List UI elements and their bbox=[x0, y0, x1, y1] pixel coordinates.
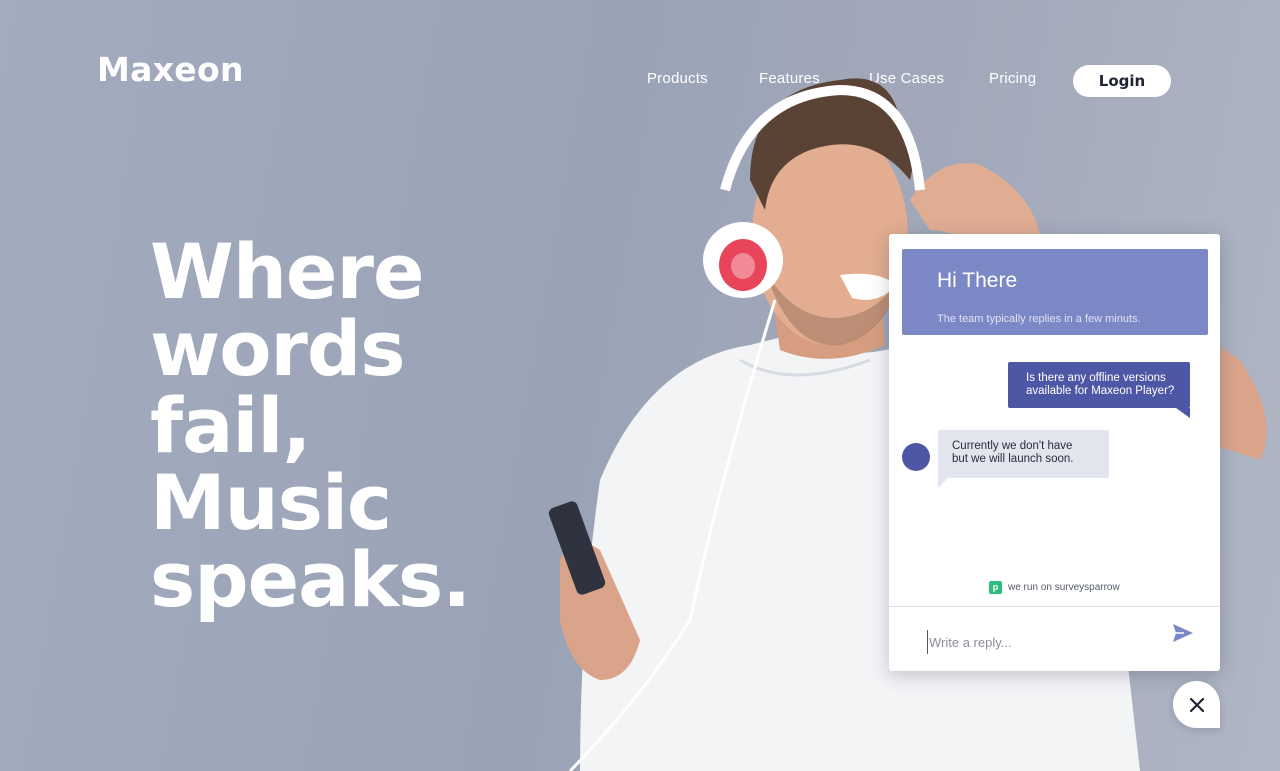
agent-avatar bbox=[902, 443, 930, 471]
chat-header: Hi There The team typically replies in a… bbox=[902, 249, 1208, 335]
message-line: available for Maxeon Player? bbox=[1026, 385, 1175, 397]
user-message-bubble: Is there any offline versions available … bbox=[1008, 362, 1190, 418]
hero-line: fail, bbox=[150, 381, 311, 470]
surveysparrow-logo-icon: p bbox=[989, 581, 1002, 594]
message-line: but we will launch soon. bbox=[952, 453, 1074, 465]
chat-title: Hi There bbox=[937, 269, 1018, 292]
hero-headline: Where words fail, Music speaks. bbox=[150, 227, 471, 624]
close-icon bbox=[1189, 697, 1204, 712]
chat-widget: Hi There The team typically replies in a… bbox=[889, 234, 1220, 671]
hero-line: Music bbox=[150, 458, 392, 547]
send-icon bbox=[1173, 624, 1193, 642]
chat-divider bbox=[889, 606, 1220, 607]
hero-line: words bbox=[150, 304, 406, 393]
hero-line: Where bbox=[150, 227, 425, 316]
agent-message-bubble: Currently we don't have but we will laun… bbox=[938, 430, 1109, 488]
message-line: Is there any offline versions bbox=[1026, 372, 1166, 384]
send-button[interactable] bbox=[1172, 623, 1194, 643]
chat-subtitle: The team typically replies in a few minu… bbox=[937, 313, 1141, 325]
powered-by-link[interactable]: p we run on surveysparrow bbox=[989, 581, 1120, 594]
reply-input[interactable] bbox=[927, 630, 1161, 654]
hero-line: speaks. bbox=[150, 535, 471, 624]
message-line: Currently we don't have bbox=[952, 440, 1073, 452]
powered-by-label: we run on surveysparrow bbox=[1008, 582, 1120, 593]
close-chat-button[interactable] bbox=[1173, 681, 1220, 728]
